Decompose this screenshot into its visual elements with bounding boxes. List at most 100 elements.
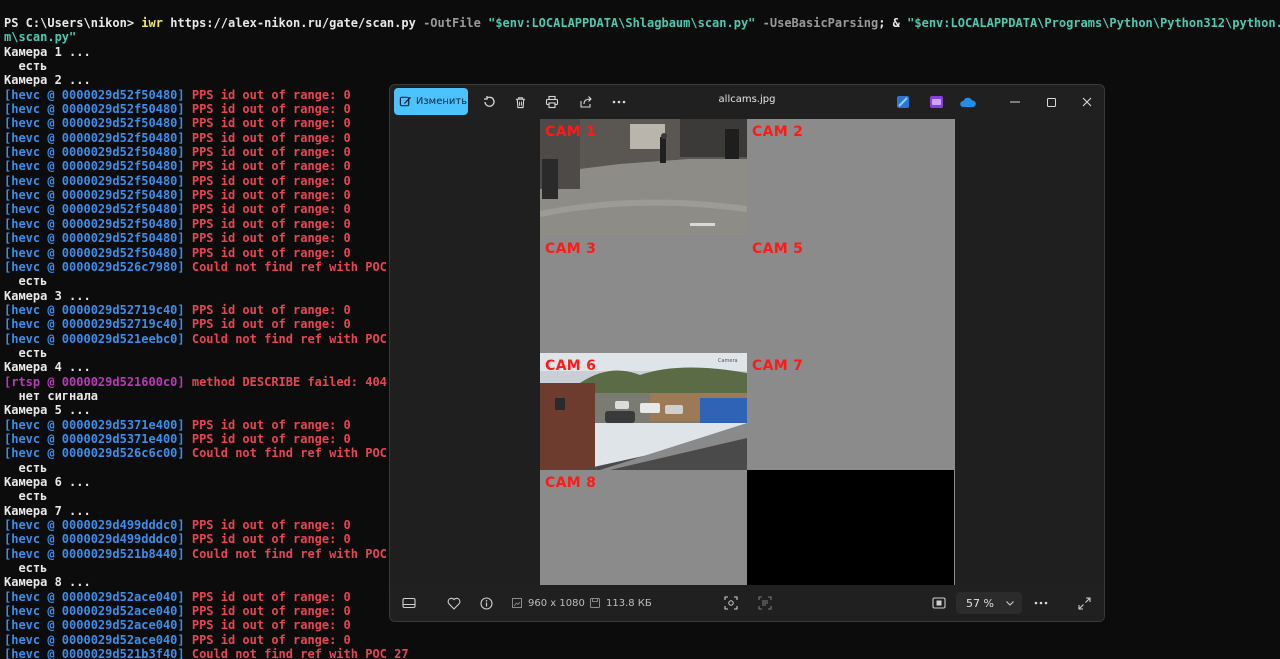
terminal-segment: PPS id out of range: 0 (191, 87, 351, 102)
edit-icon (399, 96, 411, 107)
actual-size-button[interactable] (932, 593, 946, 613)
terminal-segment: PPS id out of range: 0 (191, 116, 351, 131)
terminal-segment: https://alex-nikon.ru/gate/scan.py (170, 16, 424, 30)
terminal-segment: Камера 1 ... (4, 44, 91, 59)
terminal-segment: [hevc @ 0000029d521eebc0] (4, 331, 192, 346)
edit-button[interactable]: Изменить (394, 88, 468, 115)
clipchamp-button[interactable] (925, 89, 947, 115)
terminal-segment: PPS id out of range: 0 (191, 417, 351, 432)
terminal-segment: PS C:\Users\nikon> (4, 16, 142, 30)
fit-screen-button[interactable] (724, 593, 738, 613)
clipchamp-icon (929, 96, 943, 108)
text-scan-icon (758, 596, 772, 610)
cam-3-tile: CAM 3 (540, 236, 747, 353)
rotate-button[interactable] (478, 89, 500, 115)
rotate-icon (484, 96, 495, 107)
terminal-segment: PPS id out of range: 0 (191, 302, 351, 317)
close-button[interactable] (1076, 89, 1098, 115)
terminal-segment: [hevc @ 0000029d52f50480] (4, 116, 192, 131)
terminal-segment: [hevc @ 0000029d52f50480] (4, 87, 192, 102)
terminal-segment: есть (4, 561, 48, 576)
onedrive-button[interactable] (957, 89, 979, 115)
terminal-segment: PPS id out of range: 0 (191, 632, 351, 647)
info-button[interactable] (480, 593, 493, 613)
more-icon (1034, 601, 1048, 605)
heart-icon (447, 597, 461, 610)
terminal-segment: Could not find ref with POC 88 (191, 259, 409, 274)
fullscreen-button[interactable] (1078, 593, 1091, 613)
terminal-segment: PPS id out of range: 0 (191, 532, 351, 547)
terminal-segment: Камера 7 ... (4, 503, 91, 518)
designer-icon (897, 96, 909, 108)
terminal-segment: PPS id out of range: 0 (191, 618, 351, 633)
terminal-segment: Could not find ref with POC 37 (191, 331, 409, 346)
file-size-text: 113.8 КБ (606, 597, 652, 609)
terminal-segment: [hevc @ 0000029d52f50480] (4, 130, 192, 145)
terminal-line: есть (4, 59, 1280, 73)
terminal-segment: method DESCRIBE failed: 404 Not (191, 374, 416, 389)
terminal-segment: [hevc @ 0000029d521b8440] (4, 546, 192, 561)
maximize-button[interactable] (1040, 89, 1062, 115)
cam-label: CAM 7 (752, 358, 804, 374)
terminal-segment: [hevc @ 0000029d499dddc0] (4, 518, 192, 533)
terminal-segment: [hevc @ 0000029d52ace040] (4, 589, 192, 604)
text-scan-button[interactable] (758, 593, 772, 613)
terminal-segment: PPS id out of range: 0 (191, 202, 351, 217)
terminal-segment: [hevc @ 0000029d52f50480] (4, 216, 192, 231)
minimize-button[interactable] (1004, 89, 1026, 115)
delete-button[interactable] (509, 89, 531, 115)
cam-label: CAM 1 (545, 124, 597, 140)
terminal-segment: PPS id out of range: 0 (191, 589, 351, 604)
terminal-segment: есть (4, 59, 48, 74)
scan-icon (724, 596, 738, 610)
zoom-dropdown[interactable]: 57 % (956, 592, 1022, 614)
cam-7-tile: CAM 7 (747, 353, 954, 470)
terminal-segment: PPS id out of range: 0 (191, 102, 351, 117)
terminal-segment: PPS id out of range: 0 (191, 216, 351, 231)
terminal-segment: [hevc @ 0000029d52f50480] (4, 173, 192, 188)
zoom-value: 57 % (966, 596, 994, 610)
info-icon (480, 596, 493, 610)
edit-label: Изменить (415, 96, 468, 107)
terminal-line: [hevc @ 0000029d52ace040] PPS id out of … (4, 633, 1280, 647)
terminal-segment: [hevc @ 0000029d52f50480] (4, 245, 192, 260)
terminal-segment: есть (4, 489, 48, 504)
empty-tile (747, 470, 954, 587)
bottom-more-button[interactable] (1034, 593, 1048, 613)
terminal-segment: -OutFile (423, 16, 489, 30)
terminal-segment: PPS id out of range: 0 (191, 130, 351, 145)
minimize-icon (1010, 101, 1020, 103)
terminal-segment: PPS id out of range: 0 (191, 188, 351, 203)
cam-6-overlay-text: Camera (718, 358, 738, 364)
dimensions-text: 960 x 1080 (528, 597, 585, 609)
designer-button[interactable] (892, 89, 914, 115)
chevron-down-icon (1006, 600, 1014, 606)
favorite-button[interactable] (447, 593, 461, 613)
image-dimensions: 960 x 1080 (512, 593, 585, 613)
terminal-segment: [hevc @ 0000029d52f50480] (4, 102, 192, 117)
terminal-segment: [hevc @ 0000029d52719c40] (4, 302, 192, 317)
photos-window[interactable]: Изменить allcams.jpg CAM 1 CAM 2 CAM 3 C… (389, 84, 1105, 622)
terminal-segment: [hevc @ 0000029d52ace040] (4, 604, 192, 619)
more-options-button[interactable] (608, 89, 630, 115)
actual-size-icon (932, 597, 946, 609)
terminal-line: [hevc @ 0000029d521b3f40] Could not find… (4, 647, 1280, 659)
terminal-segment: PPS id out of range: 0 (191, 159, 351, 174)
terminal-segment: Камера 5 ... (4, 403, 91, 418)
cam-label: CAM 2 (752, 124, 804, 140)
terminal-segment: [hevc @ 0000029d499dddc0] (4, 532, 192, 547)
terminal-segment: Камера 4 ... (4, 360, 91, 375)
photos-titlebar[interactable]: Изменить allcams.jpg (390, 85, 1104, 119)
terminal-segment: [hevc @ 0000029d5371e400] (4, 417, 192, 432)
filmstrip-button[interactable] (402, 593, 416, 613)
printer-icon (545, 95, 559, 109)
terminal-segment: PPS id out of range: 0 (191, 231, 351, 246)
terminal-segment: [hevc @ 0000029d52ace040] (4, 618, 192, 633)
terminal-segment: [hevc @ 0000029d52ace040] (4, 632, 192, 647)
onedrive-icon (960, 97, 976, 107)
terminal-segment: Could not find ref with POC 27 (191, 647, 409, 659)
terminal-segment: [rtsp @ 0000029d521600c0] (4, 374, 192, 389)
share-button[interactable] (575, 89, 597, 115)
image-viewport[interactable]: CAM 1 CAM 2 CAM 3 CAM 5 Camera CAM 6 CAM… (390, 119, 1104, 587)
print-button[interactable] (541, 89, 563, 115)
